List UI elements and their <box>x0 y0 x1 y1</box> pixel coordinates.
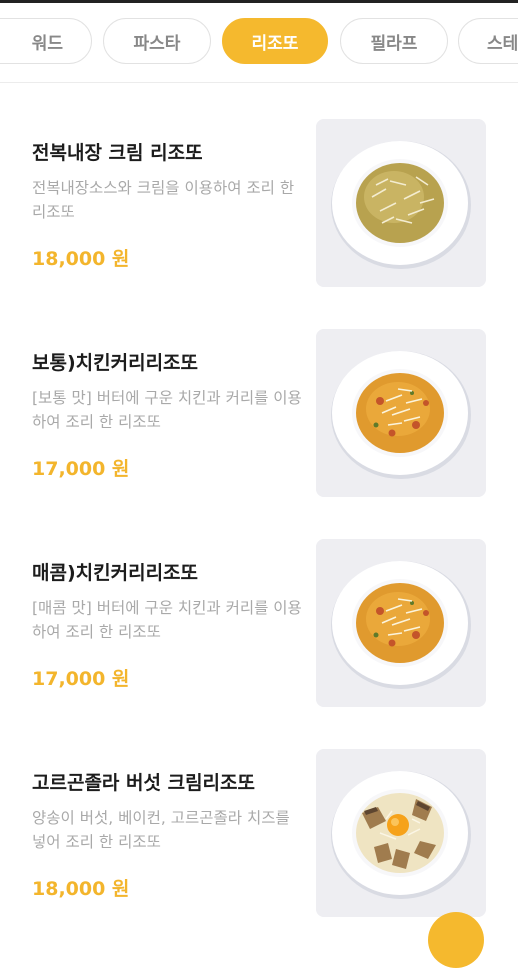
tab-pasta[interactable]: 파스타 <box>103 18 211 64</box>
tab-steak[interactable]: 스테 <box>458 18 518 64</box>
category-tab-bar[interactable]: 워드 파스타 리조또 필라프 스테 <box>0 3 518 83</box>
item-price: 17,000 원 <box>32 458 130 480</box>
item-title: 고르곤졸라 버섯 크림리조또 <box>32 772 255 794</box>
menu-item[interactable]: 매콤)치킨커리리조또 [매콤 맛] 버터에 구운 치킨과 커리를 이용하여 조리… <box>0 538 518 748</box>
item-description: 전복내장소스와 크림을 이용하여 조리 한 리조또 <box>32 179 295 221</box>
tab-salad[interactable]: 워드 <box>0 18 92 64</box>
item-photo <box>316 119 486 287</box>
item-photo <box>316 749 486 917</box>
item-description: 양송이 버섯, 베이컨, 고르곤졸라 치즈를 넣어 조리 한 리조또 <box>32 809 290 851</box>
tab-pilaf[interactable]: 필라프 <box>340 18 448 64</box>
menu-item[interactable]: 보통)치킨커리리조또 [보통 맛] 버터에 구운 치킨과 커리를 이용하여 조리… <box>0 328 518 538</box>
item-title: 전복내장 크림 리조또 <box>32 142 203 164</box>
item-title: 매콤)치킨커리리조또 <box>32 562 199 584</box>
item-description: [보통 맛] 버터에 구운 치킨과 커리를 이용하여 조리 한 리조또 <box>32 389 302 431</box>
item-price: 18,000 원 <box>32 878 130 900</box>
floating-action-button[interactable] <box>428 912 484 968</box>
item-price: 17,000 원 <box>32 668 130 690</box>
item-photo <box>316 329 486 497</box>
item-title: 보통)치킨커리리조또 <box>32 352 199 374</box>
menu-item[interactable]: 전복내장 크림 리조또 전복내장소스와 크림을 이용하여 조리 한 리조또 18… <box>0 118 518 328</box>
tab-risotto[interactable]: 리조또 <box>222 18 328 64</box>
item-description: [매콤 맛] 버터에 구운 치킨과 커리를 이용하여 조리 한 리조또 <box>32 599 302 641</box>
item-price: 18,000 원 <box>32 248 130 270</box>
item-photo <box>316 539 486 707</box>
